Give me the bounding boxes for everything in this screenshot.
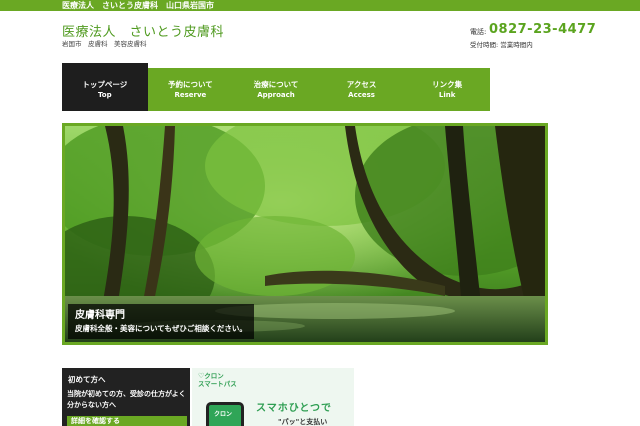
- nav-label-jp: アクセス: [346, 80, 377, 89]
- top-bar: 医療法人 さいとう皮膚科 山口県岩国市: [0, 0, 640, 11]
- banner-logo: ♡クロン スマートパス: [198, 372, 237, 388]
- main-nav: トップページ Top 予約について Reserve 治療について Approac…: [62, 63, 490, 111]
- phone-number[interactable]: 0827-23-4477: [489, 22, 596, 37]
- banner-logo-line1: クロン: [204, 372, 224, 380]
- curon-smartpass-banner[interactable]: ♡クロン スマートパス クロン スマホひとつで "パッ"と支払い: [192, 368, 354, 426]
- phone-screen: クロン: [209, 405, 241, 426]
- first-visit-description: 当院が初めての方、受診の仕方がよく分からない方へ: [67, 389, 187, 411]
- nav-label-en: Approach: [257, 91, 295, 99]
- hero-title: 皮膚科専門: [75, 310, 125, 321]
- first-visit-title: 初めて方へ: [68, 375, 106, 384]
- top-bar-text: 医療法人 さいとう皮膚科 山口県岩国市: [62, 1, 214, 10]
- phone-label: 電話:: [470, 28, 487, 36]
- first-visit-box: 初めて方へ 当院が初めての方、受診の仕方がよく分からない方へ 詳細を確認する: [62, 368, 190, 426]
- nav-item-link[interactable]: リンク集 Link: [404, 68, 490, 111]
- nav-label-en: Top: [97, 91, 112, 99]
- nav-label-jp: 予約について: [168, 80, 213, 89]
- nav-label-en: Access: [348, 91, 375, 99]
- banner-headline: スマホひとつで: [256, 403, 332, 414]
- banner-subline: "パッ"と支払い: [278, 418, 328, 426]
- nav-item-top[interactable]: トップページ Top: [62, 63, 148, 111]
- hero-caption: 皮膚科専門 皮膚科全般・美容についてもぜひご相談ください。: [68, 304, 254, 339]
- nav-label-en: Link: [438, 91, 456, 99]
- nav-label-en: Reserve: [174, 91, 207, 99]
- hero-banner: 皮膚科専門 皮膚科全般・美容についてもぜひご相談ください。: [62, 123, 548, 345]
- nav-label-jp: 治療について: [253, 80, 299, 89]
- nav-item-approach[interactable]: 治療について Approach: [233, 68, 319, 111]
- nav-item-reserve[interactable]: 予約について Reserve: [148, 68, 234, 111]
- hero-description: 皮膚科全般・美容についてもぜひご相談ください。: [75, 324, 247, 333]
- phone-app-label: クロン: [214, 411, 233, 418]
- clinic-subtitle: 岩国市 皮膚科 美容皮膚科: [62, 40, 147, 48]
- first-visit-details-button[interactable]: 詳細を確認する: [67, 416, 187, 426]
- nav-item-access[interactable]: アクセス Access: [319, 68, 405, 111]
- banner-logo-line2: スマートパス: [198, 380, 237, 388]
- reception-hours: 受付時間: 営業時間内: [470, 41, 533, 49]
- smartphone-icon: クロン: [206, 402, 244, 426]
- nav-label-jp: リンク集: [432, 80, 463, 89]
- nav-label-jp: トップページ: [82, 80, 128, 89]
